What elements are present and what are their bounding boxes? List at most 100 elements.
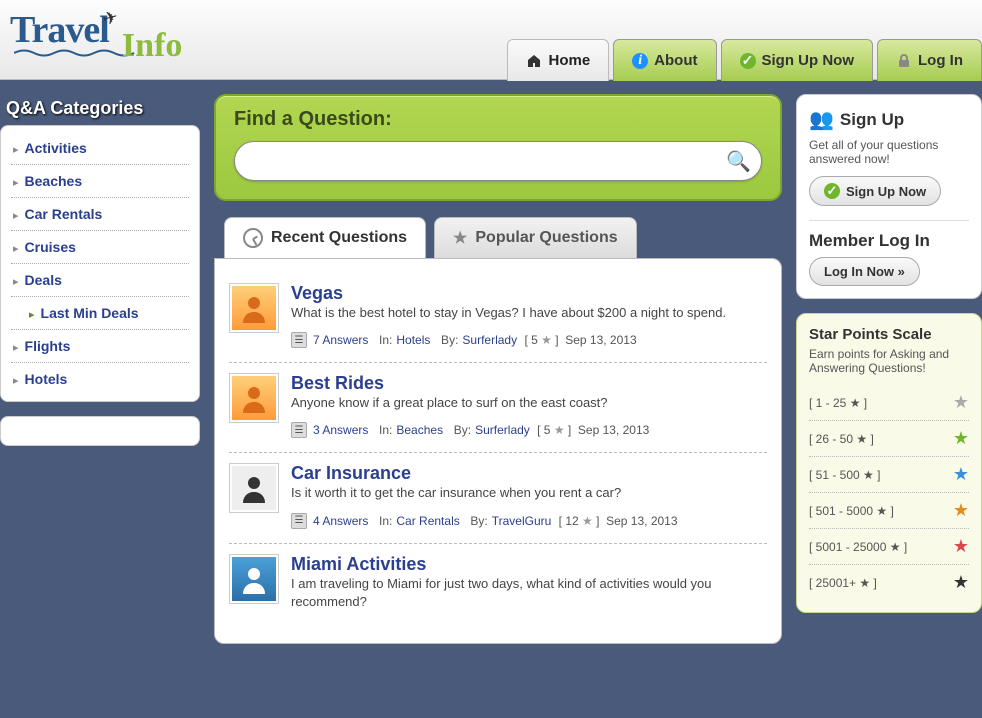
arrow-icon: ▸ bbox=[13, 375, 19, 387]
arrow-icon: ▸ bbox=[29, 309, 35, 321]
nav-login[interactable]: Log In bbox=[877, 39, 982, 81]
nav-about-label: About bbox=[654, 52, 697, 69]
avatar[interactable] bbox=[229, 554, 279, 604]
sidebar-item-hotels[interactable]: ▸ Hotels bbox=[11, 363, 189, 395]
categories-title: Q&A Categories bbox=[6, 98, 200, 119]
category-link[interactable]: Beaches bbox=[396, 423, 443, 437]
scale-row: [ 26 - 50 ★ ]★ bbox=[809, 421, 969, 457]
arrow-icon: ▸ bbox=[13, 276, 19, 288]
sidebar-item-label: Deals bbox=[25, 272, 62, 288]
answers-link[interactable]: 4 Answers bbox=[313, 514, 368, 528]
sidebar-item-cruises[interactable]: ▸Cruises bbox=[11, 231, 189, 264]
login-button[interactable]: Log In Now » bbox=[809, 257, 920, 286]
question-title[interactable]: Vegas bbox=[291, 283, 343, 303]
login-title: Member Log In bbox=[809, 231, 969, 251]
question-meta: ☰4 Answers In: Car Rentals By: TravelGur… bbox=[291, 513, 767, 529]
question-body: What is the best hotel to stay in Vegas?… bbox=[291, 304, 767, 322]
sidebar-empty-box bbox=[0, 416, 200, 446]
scale-label: [ 1 - 25 ★ ] bbox=[809, 396, 867, 410]
tab-recent[interactable]: Recent Questions bbox=[224, 217, 426, 258]
sidebar-item-car-rentals[interactable]: ▸Car Rentals bbox=[11, 198, 189, 231]
sidebar-item-label: Hotels bbox=[25, 371, 68, 387]
nav-login-label: Log In bbox=[918, 52, 963, 69]
category-link[interactable]: Car Rentals bbox=[396, 514, 459, 528]
scale-label: [ 26 - 50 ★ ] bbox=[809, 432, 874, 446]
author-link[interactable]: TravelGuru bbox=[492, 514, 552, 528]
answers-icon: ☰ bbox=[291, 513, 307, 529]
answers-icon: ☰ bbox=[291, 332, 307, 348]
user-icon: 👥 bbox=[809, 107, 834, 132]
scale-text: Earn points for Asking and Answering Que… bbox=[809, 347, 969, 375]
star-icon: ★ bbox=[453, 228, 467, 248]
question-meta: ☰7 Answers In: Hotels By: Surferlady [ 5… bbox=[291, 332, 767, 348]
nav-signup[interactable]: ✓ Sign Up Now bbox=[721, 39, 874, 81]
site-logo[interactable]: Travel✈Info bbox=[10, 8, 182, 54]
sidebar-item-beaches[interactable]: ▸ Beaches bbox=[11, 165, 189, 198]
question-body: Is it worth it to get the car insurance … bbox=[291, 484, 767, 502]
sidebar-item-label: Beaches bbox=[25, 173, 83, 189]
scale-row: [ 25001+ ★ ]★ bbox=[809, 565, 969, 600]
sidebar-item-flights[interactable]: ▸ Flights bbox=[11, 330, 189, 363]
signup-title: 👥Sign Up bbox=[809, 107, 969, 132]
search-field[interactable]: 🔍 bbox=[234, 141, 762, 181]
star-icon: ★ bbox=[953, 500, 969, 521]
sidebar-item-label: Flights bbox=[25, 338, 71, 354]
author-link[interactable]: Surferlady bbox=[475, 423, 530, 437]
scale-row: [ 1 - 25 ★ ] ★ bbox=[809, 385, 969, 421]
signup-text: Get all of your questions answered now! bbox=[809, 138, 969, 166]
sidebar-item-last-min-deals[interactable]: ▸Last Min Deals bbox=[11, 297, 189, 330]
lock-icon bbox=[896, 53, 912, 69]
avatar[interactable] bbox=[229, 463, 279, 513]
sidebar-item-deals[interactable]: ▸ Deals bbox=[11, 264, 189, 297]
question-body: I am traveling to Miami for just two day… bbox=[291, 575, 767, 611]
top-nav: Home i About ✓ Sign Up Now Log In bbox=[503, 39, 982, 81]
search-input[interactable] bbox=[253, 153, 726, 170]
tab-popular[interactable]: ★ Popular Questions bbox=[434, 217, 637, 258]
arrow-icon: ▸ bbox=[13, 342, 19, 354]
scale-panel: Star Points Scale Earn points for Asking… bbox=[796, 313, 982, 613]
nav-home[interactable]: Home bbox=[507, 39, 609, 81]
scale-row: [ 51 - 500 ★ ]★ bbox=[809, 457, 969, 493]
info-icon: i bbox=[632, 53, 648, 69]
search-title: Find a Question: bbox=[234, 108, 762, 131]
question-list: VegasWhat is the best hotel to stay in V… bbox=[214, 258, 782, 644]
star-icon: ★ bbox=[953, 464, 969, 485]
question-item: Car InsuranceIs it worth it to get the c… bbox=[229, 453, 767, 543]
scale-row: [ 501 - 5000 ★ ] ★ bbox=[809, 493, 969, 529]
arrow-icon: ▸ bbox=[13, 243, 19, 255]
question-item: Best RidesAnyone know if a great place t… bbox=[229, 363, 767, 453]
answers-link[interactable]: 7 Answers bbox=[313, 333, 368, 347]
question-title[interactable]: Car Insurance bbox=[291, 463, 411, 483]
scale-row: [ 5001 - 25000 ★ ] ★ bbox=[809, 529, 969, 565]
login-button-label: Log In Now » bbox=[824, 264, 905, 279]
author-link[interactable]: Surferlady bbox=[462, 333, 517, 347]
nav-about[interactable]: i About bbox=[613, 39, 716, 81]
answers-link[interactable]: 3 Answers bbox=[313, 423, 368, 437]
question-item: Miami ActivitiesI am traveling to Miami … bbox=[229, 544, 767, 635]
star-icon: ★ bbox=[953, 392, 969, 413]
scale-label: [ 25001+ ★ ] bbox=[809, 576, 877, 590]
home-icon bbox=[526, 53, 542, 69]
avatar[interactable] bbox=[229, 373, 279, 423]
logo-travel: Travel bbox=[10, 9, 109, 51]
search-icon[interactable]: 🔍 bbox=[726, 149, 751, 174]
arrow-icon: ▸ bbox=[13, 177, 19, 189]
search-box: Find a Question: 🔍 bbox=[214, 94, 782, 201]
avatar[interactable] bbox=[229, 283, 279, 333]
star-icon: ★ bbox=[953, 536, 969, 557]
signup-panel: 👥Sign Up Get all of your questions answe… bbox=[796, 94, 982, 299]
signup-button[interactable]: ✓ Sign Up Now bbox=[809, 176, 941, 206]
question-title[interactable]: Best Rides bbox=[291, 373, 384, 393]
answers-icon: ☰ bbox=[291, 422, 307, 438]
arrow-icon: ▸ bbox=[13, 144, 19, 156]
sidebar-item-label: Activities bbox=[25, 140, 87, 156]
question-title[interactable]: Miami Activities bbox=[291, 554, 426, 574]
scale-label: [ 5001 - 25000 ★ ] bbox=[809, 540, 907, 554]
signup-button-label: Sign Up Now bbox=[846, 184, 926, 199]
tab-recent-label: Recent Questions bbox=[271, 229, 407, 247]
category-link[interactable]: Hotels bbox=[396, 333, 430, 347]
tab-popular-label: Popular Questions bbox=[475, 229, 617, 247]
sidebar-item-activities[interactable]: ▸ Activities bbox=[11, 132, 189, 165]
check-icon: ✓ bbox=[824, 183, 840, 199]
scale-label: [ 501 - 5000 ★ ] bbox=[809, 504, 894, 518]
